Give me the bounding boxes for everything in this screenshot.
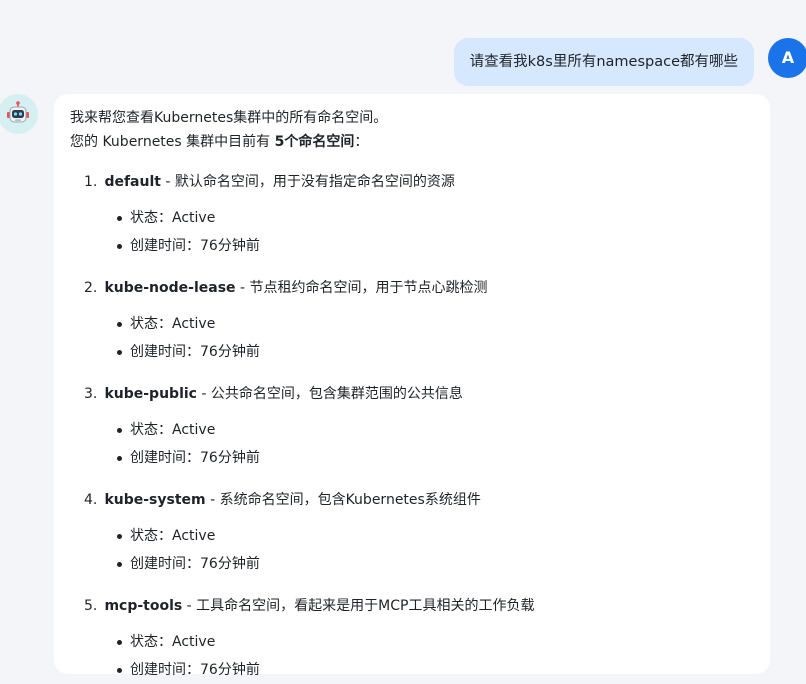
namespace-details: 状态：Active 创建时间：76分钟前 xyxy=(70,522,754,578)
namespace-heading: 1. default - 默认命名空间，用于没有指定命名空间的资源 xyxy=(70,170,754,194)
namespace-heading: 2. kube-node-lease - 节点租约命名空间，用于节点心跳检测 xyxy=(70,276,754,300)
robot-icon xyxy=(7,101,29,123)
user-message-row: 请查看我k8s里所有namespace都有哪些 A xyxy=(0,38,806,88)
assistant-intro: 我来帮您查看Kubernetes集群中的所有命名空间。 xyxy=(70,110,388,126)
namespace-description: - 工具命名空间，看起来是用于MCP工具相关的工作负载 xyxy=(182,598,535,614)
namespace-name: default xyxy=(104,174,161,190)
namespace-details: 状态：Active 创建时间：76分钟前 xyxy=(70,204,754,260)
namespace-item-mcp-tools: 5. mcp-tools - 工具命名空间，看起来是用于MCP工具相关的工作负载… xyxy=(70,594,754,684)
list-number: 5. xyxy=(84,598,98,614)
namespace-item-kube-public: 3. kube-public - 公共命名空间，包含集群范围的公共信息 状态：A… xyxy=(70,382,754,472)
namespace-heading: 3. kube-public - 公共命名空间，包含集群范围的公共信息 xyxy=(70,382,754,406)
namespace-name: kube-node-lease xyxy=(104,280,236,296)
user-avatar[interactable]: A xyxy=(768,38,806,78)
namespace-status: 状态：Active xyxy=(70,204,754,232)
namespace-name: kube-system xyxy=(104,492,206,508)
summary-suffix: ： xyxy=(354,134,369,150)
namespace-description: - 系统命名空间，包含Kubernetes系统组件 xyxy=(205,492,481,508)
namespace-created: 创建时间：76分钟前 xyxy=(70,656,754,684)
user-message-bubble: 请查看我k8s里所有namespace都有哪些 xyxy=(453,38,754,86)
namespace-status: 状态：Active xyxy=(70,522,754,550)
namespace-name: kube-public xyxy=(104,386,197,402)
namespace-details: 状态：Active 创建时间：76分钟前 xyxy=(70,628,754,684)
namespace-status: 状态：Active xyxy=(70,310,754,338)
namespace-list: 1. default - 默认命名空间，用于没有指定命名空间的资源 状态：Act… xyxy=(70,170,754,684)
list-number: 4. xyxy=(84,492,98,508)
namespace-created: 创建时间：76分钟前 xyxy=(70,444,754,472)
namespace-details: 状态：Active 创建时间：76分钟前 xyxy=(70,310,754,366)
assistant-summary: 您的 Kubernetes 集群中目前有 5个命名空间： xyxy=(70,130,754,154)
namespace-created: 创建时间：76分钟前 xyxy=(70,232,754,260)
namespace-description: - 节点租约命名空间，用于节点心跳检测 xyxy=(235,280,488,296)
namespace-description: - 默认命名空间，用于没有指定命名空间的资源 xyxy=(160,174,455,190)
namespace-status: 状态：Active xyxy=(70,416,754,444)
namespace-item-kube-node-lease: 2. kube-node-lease - 节点租约命名空间，用于节点心跳检测 状… xyxy=(70,276,754,366)
list-number: 1. xyxy=(84,174,98,190)
namespace-created: 创建时间：76分钟前 xyxy=(70,338,754,366)
assistant-message-card: 我来帮您查看Kubernetes集群中的所有命名空间。 您的 Kubernete… xyxy=(54,94,770,678)
summary-prefix: 您的 Kubernetes 集群中目前有 xyxy=(70,134,275,150)
namespace-heading: 4. kube-system - 系统命名空间，包含Kubernetes系统组件 xyxy=(70,488,754,512)
namespace-description: - 公共命名空间，包含集群范围的公共信息 xyxy=(196,386,463,402)
summary-count: 5个命名空间 xyxy=(274,134,355,150)
namespace-item-kube-system: 4. kube-system - 系统命名空间，包含Kubernetes系统组件… xyxy=(70,488,754,578)
list-number: 2. xyxy=(84,280,98,296)
namespace-details: 状态：Active 创建时间：76分钟前 xyxy=(70,416,754,472)
namespace-created: 创建时间：76分钟前 xyxy=(70,550,754,578)
namespace-status: 状态：Active xyxy=(70,628,754,656)
namespace-item-default: 1. default - 默认命名空间，用于没有指定命名空间的资源 状态：Act… xyxy=(70,170,754,260)
bot-avatar xyxy=(0,94,38,134)
namespace-heading: 5. mcp-tools - 工具命名空间，看起来是用于MCP工具相关的工作负载 xyxy=(70,594,754,618)
list-number: 3. xyxy=(84,386,98,402)
namespace-name: mcp-tools xyxy=(104,598,183,614)
